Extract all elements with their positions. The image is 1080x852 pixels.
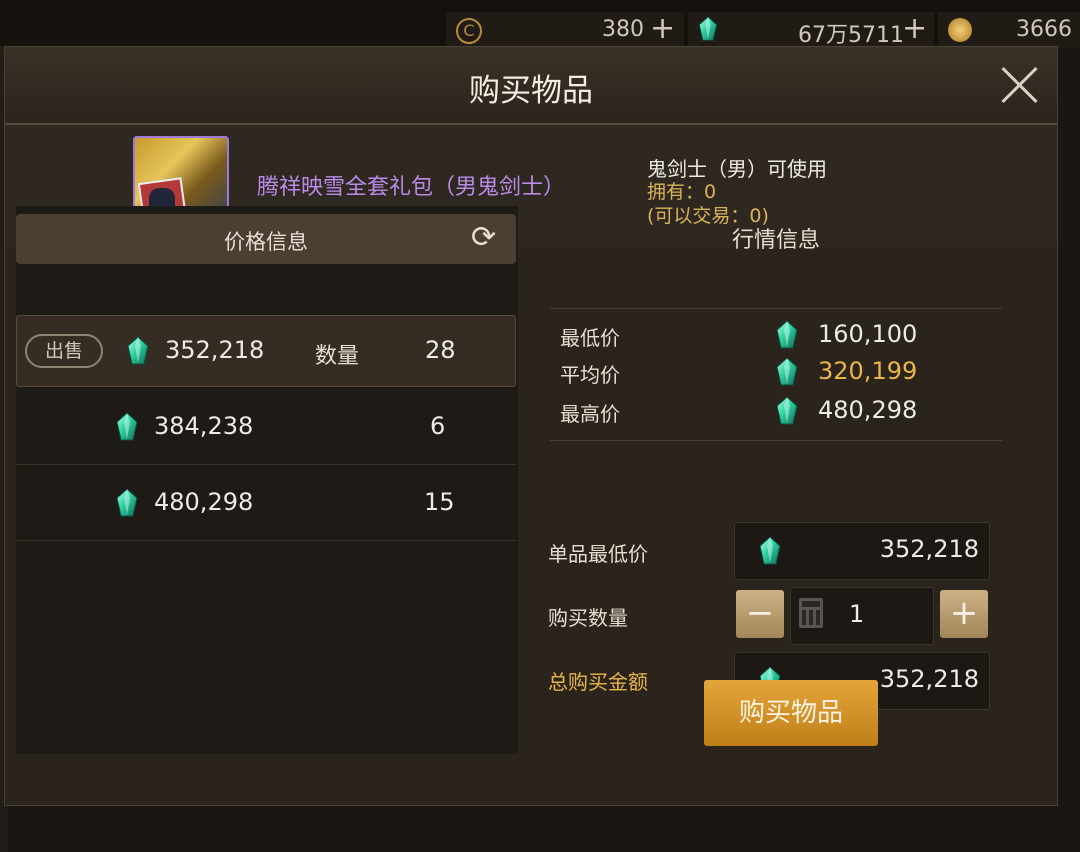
buy-item-button[interactable]: 购买物品 bbox=[704, 680, 878, 746]
dialog-titlebar: 购买物品 bbox=[5, 47, 1057, 125]
divider bbox=[550, 440, 1002, 441]
sell-button[interactable]: 出售 bbox=[25, 334, 103, 368]
currency-2-value: 67万5711 bbox=[798, 23, 904, 48]
currency-3-value: 3666万 bbox=[1016, 17, 1072, 42]
listing-row[interactable]: 384,238 6 bbox=[16, 392, 516, 465]
gem-icon bbox=[776, 320, 798, 350]
listing-quantity: 6 bbox=[430, 412, 446, 440]
gem-icon bbox=[127, 336, 149, 366]
price-panel-title: 价格信息 bbox=[224, 230, 308, 254]
min-price-value: 160,100 bbox=[818, 320, 918, 348]
item-name: 腾祥映雪全套礼包（男鬼剑士） bbox=[257, 175, 566, 200]
decrease-quantity-button[interactable]: − bbox=[736, 590, 784, 638]
add-currency-1-button[interactable]: + bbox=[650, 11, 675, 46]
avg-price-label: 平均价 bbox=[560, 363, 620, 387]
gem-icon bbox=[759, 536, 781, 566]
price-panel: 价格信息 ⟳ 出售 352,218 数量 28 384,238 6 480,29… bbox=[16, 206, 518, 754]
min-price-label: 最低价 bbox=[560, 326, 620, 350]
listing-quantity: 15 bbox=[424, 488, 455, 516]
currency-3: 3666万 bbox=[938, 12, 1080, 48]
avg-price-value: 320,199 bbox=[818, 357, 918, 385]
max-price-label: 最高价 bbox=[560, 402, 620, 426]
currency-1-value: 380 bbox=[602, 17, 644, 42]
listing-price: 480,298 bbox=[154, 488, 254, 516]
listing-row[interactable]: 出售 352,218 数量 28 bbox=[16, 315, 516, 387]
unit-min-price-value: 352,218 bbox=[879, 535, 979, 563]
dialog-title: 购买物品 bbox=[469, 73, 593, 109]
unit-min-price-label: 单品最低价 bbox=[548, 542, 648, 566]
listing-row[interactable]: 480,298 15 bbox=[16, 468, 516, 541]
calculator-icon[interactable] bbox=[799, 598, 823, 628]
gem-icon bbox=[116, 488, 138, 518]
market-info-title: 行情信息 bbox=[731, 228, 820, 253]
max-price-value: 480,298 bbox=[818, 396, 918, 424]
total-amount-value: 352,218 bbox=[879, 665, 979, 693]
buy-quantity-label: 购买数量 bbox=[548, 606, 628, 630]
gold-coin-icon bbox=[948, 18, 972, 42]
quantity-label: 数量 bbox=[315, 344, 360, 369]
close-icon[interactable] bbox=[999, 65, 1039, 105]
gem-icon bbox=[776, 396, 798, 426]
item-owned-count: 拥有：0 bbox=[647, 181, 717, 203]
increase-quantity-button[interactable]: + bbox=[940, 590, 988, 638]
total-amount-label: 总购买金额 bbox=[548, 670, 648, 694]
divider bbox=[550, 308, 1002, 309]
coupon-icon: C bbox=[456, 18, 482, 44]
add-currency-2-button[interactable]: + bbox=[902, 11, 927, 46]
quantity-input[interactable]: 1 bbox=[790, 587, 934, 645]
refresh-icon[interactable]: ⟳ bbox=[471, 223, 501, 253]
listing-price: 352,218 bbox=[165, 336, 265, 364]
currency-2: 67万5711 + bbox=[688, 11, 934, 48]
unit-min-price-field: 352,218 bbox=[734, 522, 990, 580]
gem-icon bbox=[776, 357, 798, 387]
listing-quantity: 28 bbox=[425, 336, 456, 364]
currency-1: C 380 + bbox=[446, 11, 684, 48]
gem-icon bbox=[116, 412, 138, 442]
listing-price: 384,238 bbox=[154, 412, 254, 440]
currency-bar: C 380 + 67万5711 + 3666万 bbox=[0, 0, 1080, 48]
price-panel-header: 价格信息 ⟳ bbox=[16, 214, 516, 264]
quantity-value: 1 bbox=[849, 600, 865, 628]
gem-icon bbox=[698, 16, 718, 42]
